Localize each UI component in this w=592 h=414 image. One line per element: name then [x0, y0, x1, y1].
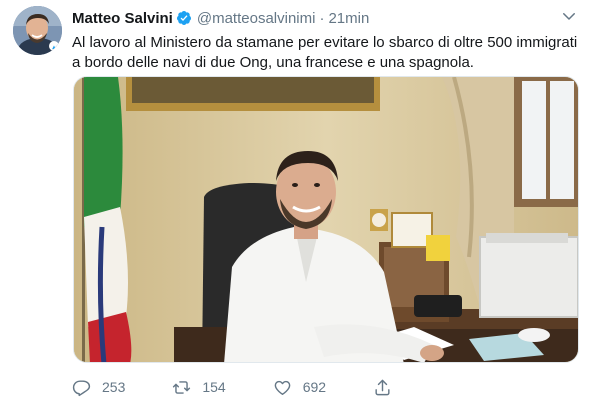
- reply-button[interactable]: 253: [72, 378, 125, 397]
- retweet-icon: [173, 380, 191, 394]
- author-name[interactable]: Matteo Salvini: [72, 10, 173, 27]
- separator-dot: ·: [319, 9, 325, 27]
- tweet-timestamp[interactable]: 21min: [328, 10, 369, 27]
- tweet-card[interactable]: ▲ Matteo Salvini @matteosalvinimi · 21mi…: [0, 0, 592, 414]
- verified-badge-icon: [176, 11, 191, 25]
- share-button[interactable]: [373, 378, 403, 397]
- tweet-header: Matteo Salvini @matteosalvinimi · 21min: [72, 7, 592, 29]
- photo-office-scene: [74, 77, 578, 362]
- retweet-button[interactable]: 154: [172, 378, 226, 397]
- avatar-image: ▲: [13, 6, 62, 55]
- retweet-count: 154: [202, 379, 226, 395]
- svg-text:▲: ▲: [51, 45, 57, 51]
- author-handle[interactable]: @matteosalvinimi: [197, 10, 316, 27]
- avatar[interactable]: ▲: [13, 6, 62, 55]
- like-count: 692: [302, 379, 327, 395]
- reply-count: 253: [102, 379, 126, 395]
- reply-icon: [72, 379, 91, 396]
- like-button[interactable]: 692: [273, 378, 326, 397]
- tweet-photo[interactable]: [73, 76, 579, 363]
- chevron-down-icon[interactable]: [560, 7, 578, 25]
- share-icon: [375, 379, 390, 395]
- like-icon: [274, 380, 291, 395]
- tweet-text: Al lavoro al Ministero da stamane per ev…: [72, 34, 578, 71]
- tweet-actions: 253 154 692: [72, 375, 402, 399]
